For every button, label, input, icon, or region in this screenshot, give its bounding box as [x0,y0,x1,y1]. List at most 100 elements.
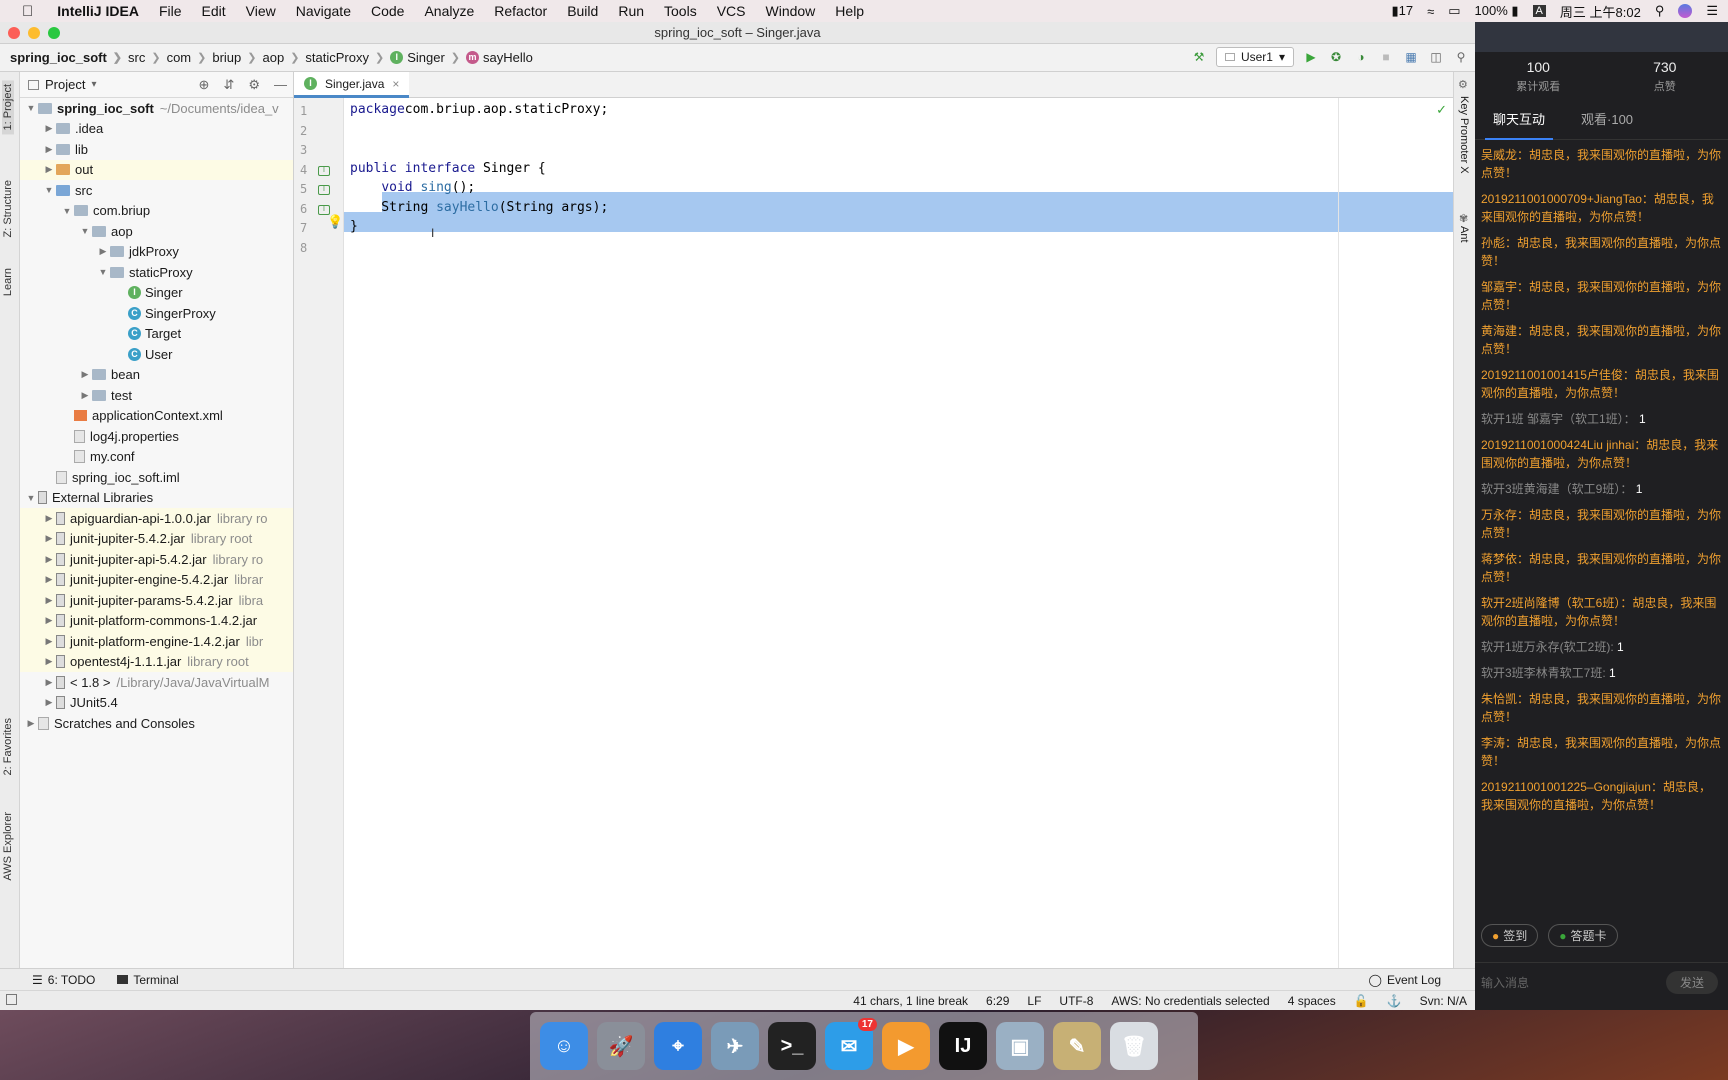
tree-item[interactable]: ▼ com.briup [20,201,293,222]
finder-icon[interactable]: ☺ [540,1022,588,1070]
close-window-button[interactable] [8,27,20,39]
tree-item[interactable]: ▼ src [20,180,293,201]
tool-tab-project[interactable]: 1: Project [2,80,14,135]
build-hammer-icon[interactable]: ⚒ [1191,49,1207,65]
intention-bulb-icon[interactable]: 💡 [327,214,343,230]
code-editor[interactable]: 1234I5I6I78 packagecom.briup.aop.staticP… [294,98,1453,968]
tree-item[interactable]: ▶ junit-platform-engine-1.4.2.jar libr [20,631,293,652]
collapse-all-icon[interactable]: ⇵ [223,77,234,93]
breadcrumb-com[interactable]: com ❯ [167,50,213,65]
chevron-down-icon[interactable]: ▼ [24,103,38,113]
menu-refactor[interactable]: Refactor [484,3,557,19]
tool-tab-event-log[interactable]: ◯ Event Log [1369,973,1441,987]
inspector-icon[interactable]: ⚓ [1387,994,1402,1008]
menu-vcs[interactable]: VCS [707,3,756,19]
project-view-title[interactable]: Project [45,77,85,92]
locate-icon[interactable]: ⊕ [199,77,210,93]
chevron-right-icon[interactable]: ▶ [42,123,56,134]
chevron-right-icon[interactable]: ▶ [42,595,56,606]
chat-input[interactable]: 输入消息 发送 [1475,962,1728,1002]
debug-icon[interactable]: ✪ [1328,49,1344,65]
breadcrumb-project[interactable]: spring_ioc_soft ❯ [10,50,128,65]
tree-item[interactable]: ▶ junit-jupiter-5.4.2.jar library root [20,528,293,549]
tree-item[interactable]: applicationContext.xml [20,406,293,427]
caret-position[interactable]: 6:29 [986,994,1009,1008]
chevron-down-icon[interactable]: ▼ [96,267,110,277]
breadcrumb-singer[interactable]: I Singer ❯ [390,50,466,65]
implementation-gutter-icon[interactable]: I [318,165,330,176]
stop-icon[interactable]: ■ [1378,49,1394,65]
zoom-window-button[interactable] [48,27,60,39]
tree-item[interactable]: ▼ aop [20,221,293,242]
tree-item[interactable]: ▶ junit-platform-commons-1.4.2.jar [20,610,293,631]
chevron-right-icon[interactable]: ▶ [42,615,56,626]
menu-tools[interactable]: Tools [654,3,707,19]
battery-status[interactable]: 100% ▮ [1475,3,1519,19]
menu-navigate[interactable]: Navigate [286,3,361,19]
breadcrumb-aop[interactable]: aop ❯ [263,50,306,65]
tree-item[interactable]: ▶ test [20,385,293,406]
siri-icon[interactable] [1678,4,1693,18]
tree-item[interactable]: C SingerProxy [20,303,293,324]
close-tab-icon[interactable]: × [392,77,399,91]
tree-item[interactable]: ▶ lib [20,139,293,160]
photos-icon[interactable]: ▣ [996,1022,1044,1070]
chevron-right-icon[interactable]: ▶ [42,554,56,565]
menu-help[interactable]: Help [825,3,874,19]
chevron-down-icon[interactable]: ▼ [60,206,74,216]
gear-icon[interactable]: ⚙ [248,77,260,93]
menu-view[interactable]: View [236,3,286,19]
tool-tab-ant[interactable]: Ant [1458,226,1470,243]
implementation-gutter-icon[interactable]: I [318,204,330,215]
menu-analyze[interactable]: Analyze [414,3,484,19]
video-app-icon[interactable]: ▶ [882,1022,930,1070]
tree-item[interactable]: ▶ jdkProxy [20,242,293,263]
tab-chat[interactable]: 聊天互动 [1475,100,1563,140]
chevron-right-icon[interactable]: ▶ [42,697,56,708]
tool-tab-todo[interactable]: ☰ 6: TODO [32,973,95,987]
tree-item[interactable]: spring_ioc_soft.iml [20,467,293,488]
hide-panel-icon[interactable]: — [274,77,287,93]
chevron-right-icon[interactable]: ▶ [78,390,92,401]
menu-window[interactable]: Window [756,3,826,19]
chevron-right-icon[interactable]: ▶ [42,677,56,688]
tree-item[interactable]: ▶ junit-jupiter-params-5.4.2.jar libra [20,590,293,611]
chevron-right-icon[interactable]: ▶ [42,164,56,175]
airplay-icon[interactable]: ▭ [1448,3,1460,19]
menu-run[interactable]: Run [608,3,654,19]
breadcrumb-src[interactable]: src ❯ [128,50,167,65]
chevron-right-icon[interactable]: ▶ [42,513,56,524]
chevron-right-icon[interactable]: ▶ [24,718,38,729]
tree-item[interactable]: ▶ opentest4j-1.1.1.jar library root [20,651,293,672]
tree-item[interactable]: ▶ junit-jupiter-api-5.4.2.jar library ro [20,549,293,570]
breadcrumb-staticproxy[interactable]: staticProxy ❯ [305,50,390,65]
tree-item[interactable]: C User [20,344,293,365]
tool-tab-structure[interactable]: Z: Structure [2,180,14,237]
tree-item[interactable]: ▶ apiguardian-api-1.0.0.jar library ro [20,508,293,529]
tool-tab-learn[interactable]: Learn [2,268,14,296]
chevron-down-icon[interactable]: ▼ [78,226,92,236]
tool-tab-terminal[interactable]: Terminal [117,973,179,987]
chevron-right-icon[interactable]: ▶ [96,246,110,257]
tree-item[interactable]: ▶ junit-jupiter-engine-5.4.2.jar librar [20,569,293,590]
layout-icon[interactable]: ◫ [1428,49,1444,65]
svn-status[interactable]: Svn: N/A [1420,994,1467,1008]
menu-edit[interactable]: Edit [192,3,236,19]
breadcrumb-briup[interactable]: briup ❯ [212,50,262,65]
run-configuration-select[interactable]: User1 ▾ [1215,47,1294,67]
chevron-right-icon[interactable]: ▶ [78,369,92,380]
spotlight-icon[interactable]: ⚲ [1655,3,1665,19]
tree-item[interactable]: log4j.properties [20,426,293,447]
tool-tab-aws-explorer[interactable]: AWS Explorer [2,812,14,881]
tool-tab-key-promoter[interactable]: Key Promoter X [1458,96,1470,174]
breadcrumb-sayhello[interactable]: m sayHello [466,50,533,65]
editor-tab-singer-java[interactable]: I Singer.java × [294,72,410,98]
project-structure-icon[interactable]: ▦ [1403,49,1419,65]
tree-item[interactable]: ▼ External Libraries [20,488,293,509]
lock-icon[interactable]: 🔓 [1354,994,1369,1008]
mail-icon[interactable]: ✉ 17 [825,1018,877,1070]
clock[interactable]: 周三 上午8:02 [1560,2,1641,21]
file-encoding[interactable]: UTF-8 [1059,994,1093,1008]
paintbrush-icon[interactable]: ✎ [1053,1022,1101,1070]
search-everywhere-icon[interactable]: ⚲ [1453,49,1469,65]
